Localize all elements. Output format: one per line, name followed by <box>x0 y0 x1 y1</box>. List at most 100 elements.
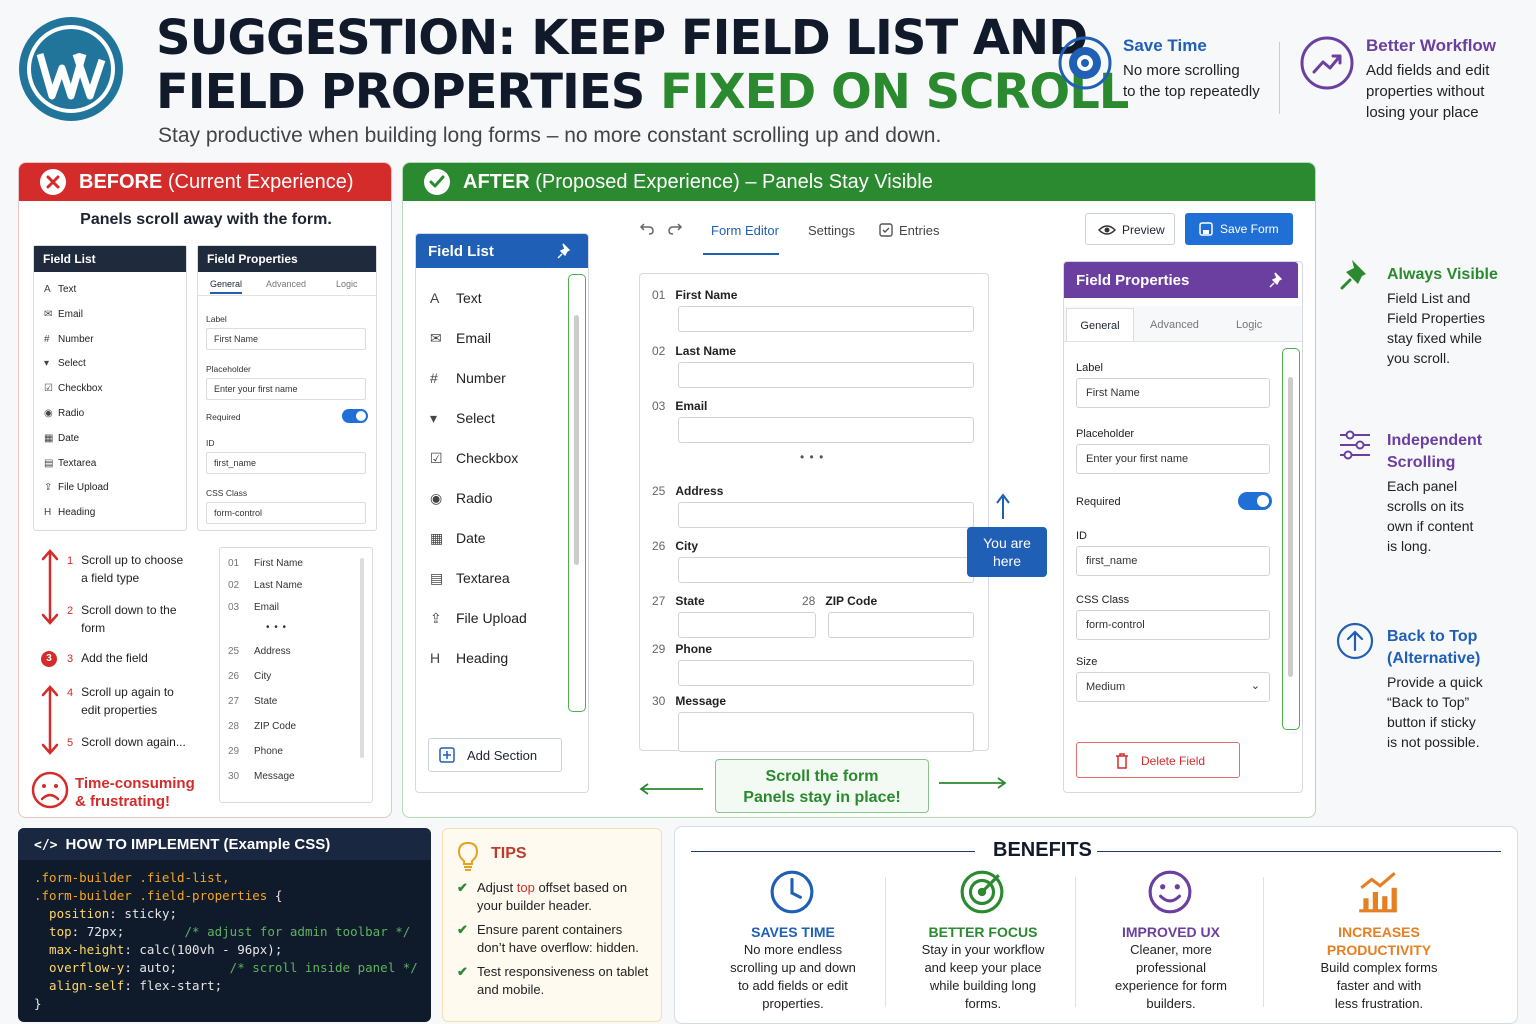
delete-field-button[interactable]: Delete Field <box>1076 742 1240 778</box>
text-icon: A <box>44 284 51 295</box>
form-field-input[interactable] <box>678 660 974 686</box>
field-type-checkbox[interactable]: ☑ Checkbox <box>430 450 518 467</box>
heading-icon: H <box>430 650 441 666</box>
form-field-input[interactable] <box>678 306 974 332</box>
before-form-scrollbar[interactable] <box>360 558 364 758</box>
form-row[interactable]: 27 State <box>228 696 277 707</box>
field-type-number[interactable]: # Number <box>44 334 94 345</box>
row-number: 29 <box>228 746 240 757</box>
badge-text-better-workflow: Add fields and edit properties without los… <box>1366 62 1490 121</box>
field-type-label: Email <box>58 308 84 320</box>
field-type-date[interactable]: ▦ Date <box>430 530 486 547</box>
form-field-input[interactable] <box>678 712 974 752</box>
form-row[interactable]: 30 Message <box>228 771 295 782</box>
field-type-select[interactable]: ▾ Select <box>44 358 86 369</box>
text-icon: A <box>430 290 440 306</box>
code-token: .form-builder .field-list, <box>34 870 230 885</box>
field-type-textarea[interactable]: ▤ Textarea <box>44 458 96 469</box>
after-id-input[interactable]: first_name <box>1076 546 1270 576</box>
field-type-radio[interactable]: ◉ Radio <box>430 490 493 507</box>
add-section-button[interactable]: Add Section <box>428 738 562 772</box>
after-tab-logic[interactable]: Logic <box>1236 319 1262 331</box>
form-row[interactable]: 03 Email <box>228 602 279 613</box>
code-line: max-height: calc(100vh - 96px); <box>34 942 282 957</box>
field-type-date[interactable]: ▦ Date <box>44 433 79 444</box>
date-icon: ▦ <box>430 530 444 546</box>
field-type-email[interactable]: ✉ Email <box>430 330 491 347</box>
field-type-file-upload[interactable]: ⇪ File Upload <box>44 482 109 493</box>
after-size-select[interactable]: Medium ⌄ <box>1076 672 1270 702</box>
form-field-input[interactable] <box>678 502 974 528</box>
field-type-heading[interactable]: H Heading <box>430 650 508 666</box>
field-type-heading[interactable]: H Heading <box>44 507 95 518</box>
after-css-input[interactable]: form-control <box>1076 610 1270 640</box>
props-scroll-track[interactable] <box>1282 348 1300 730</box>
tab-entries[interactable]: Entries <box>899 223 939 238</box>
tab-form-editor[interactable]: Form Editor <box>711 223 779 238</box>
pin-icon[interactable] <box>556 242 574 260</box>
before-id-input[interactable]: first_name <box>206 452 366 474</box>
save-form-button[interactable]: Save Form <box>1185 213 1293 245</box>
form-row[interactable]: 25 Address <box>228 646 291 657</box>
field-type-radio[interactable]: ◉ Radio <box>44 408 84 419</box>
form-field-input[interactable] <box>678 362 974 388</box>
upload-icon: ⇪ <box>44 482 53 494</box>
before-css-input[interactable]: form-control <box>206 502 366 524</box>
after-tab-advanced[interactable]: Advanced <box>1150 319 1199 331</box>
form-row[interactable]: 26 City <box>228 671 271 682</box>
form-row[interactable]: 29 Phone <box>228 746 283 757</box>
x-circle-icon <box>39 168 67 196</box>
preview-button[interactable]: Preview <box>1085 213 1175 245</box>
after-required-toggle[interactable] <box>1238 492 1272 510</box>
field-type-text[interactable]: A Text <box>44 284 76 295</box>
row-label: Last Name <box>254 580 303 591</box>
before-field-list-title: Field List <box>34 246 186 272</box>
field-type-number[interactable]: # Number <box>430 370 506 386</box>
undo-icon[interactable] <box>639 221 655 237</box>
field-type-label: Text <box>456 290 482 306</box>
before-tab-general[interactable]: General <box>210 279 243 294</box>
preview-label: Preview <box>1122 223 1165 237</box>
step-3-badge: 3 <box>41 651 57 667</box>
field-type-file-upload[interactable]: ⇪ File Upload <box>430 610 527 627</box>
redo-icon[interactable] <box>667 221 683 237</box>
after-placeholder-input[interactable]: Enter your first name <box>1076 444 1270 474</box>
form-field-input[interactable] <box>678 612 816 638</box>
form-field-input[interactable] <box>678 557 974 583</box>
field-type-select[interactable]: ▾ Select <box>430 410 495 427</box>
field-list-scroll-track[interactable] <box>568 274 586 712</box>
form-field-input[interactable] <box>678 417 974 443</box>
form-row[interactable]: 28 ZIP Code <box>228 721 296 732</box>
before-tab-logic[interactable]: Logic <box>336 279 358 289</box>
form-field-label: 27 State <box>652 594 705 608</box>
tab-settings[interactable]: Settings <box>808 223 855 238</box>
after-label-input[interactable]: First Name <box>1076 378 1270 408</box>
form-field-label: 01 First Name <box>652 288 737 302</box>
field-type-checkbox[interactable]: ☑ Checkbox <box>44 383 102 394</box>
field-type-email[interactable]: ✉ Email <box>44 309 83 320</box>
after-tab-general[interactable]: General <box>1066 308 1134 341</box>
before-placeholder-input[interactable]: Enter your first name <box>206 378 366 400</box>
form-row[interactable]: 01 First Name <box>228 558 303 569</box>
delete-field-label: Delete Field <box>1141 754 1206 768</box>
before-label-input[interactable]: First Name <box>206 328 366 350</box>
before-panel: BEFORE (Current Experience) Panels scrol… <box>18 162 392 818</box>
before-required-toggle[interactable] <box>342 409 368 423</box>
field-type-text[interactable]: A Text <box>430 290 482 306</box>
wordpress-logo <box>18 16 124 122</box>
benefit-text: Build complex forms faster and with less f… <box>1289 959 1469 1013</box>
pin-icon[interactable] <box>1268 271 1286 289</box>
after-size-label: Size <box>1076 656 1098 668</box>
benefit-text-line: while building long <box>929 978 1037 993</box>
before-tab-advanced[interactable]: Advanced <box>266 279 306 289</box>
before-css-label: CSS Class <box>206 488 248 498</box>
field-type-textarea[interactable]: ▤ Textarea <box>430 570 510 587</box>
benefit-text-line: builders. <box>1146 996 1196 1011</box>
after-required-label: Required <box>1076 496 1121 508</box>
benefit-title-line: INCREASES <box>1338 924 1420 940</box>
form-field-input[interactable] <box>828 612 974 638</box>
step-text-line: edit properties <box>81 703 158 717</box>
upload-icon: ⇪ <box>430 610 442 626</box>
form-row[interactable]: 02 Last Name <box>228 580 302 591</box>
row-number: 03 <box>228 602 240 613</box>
